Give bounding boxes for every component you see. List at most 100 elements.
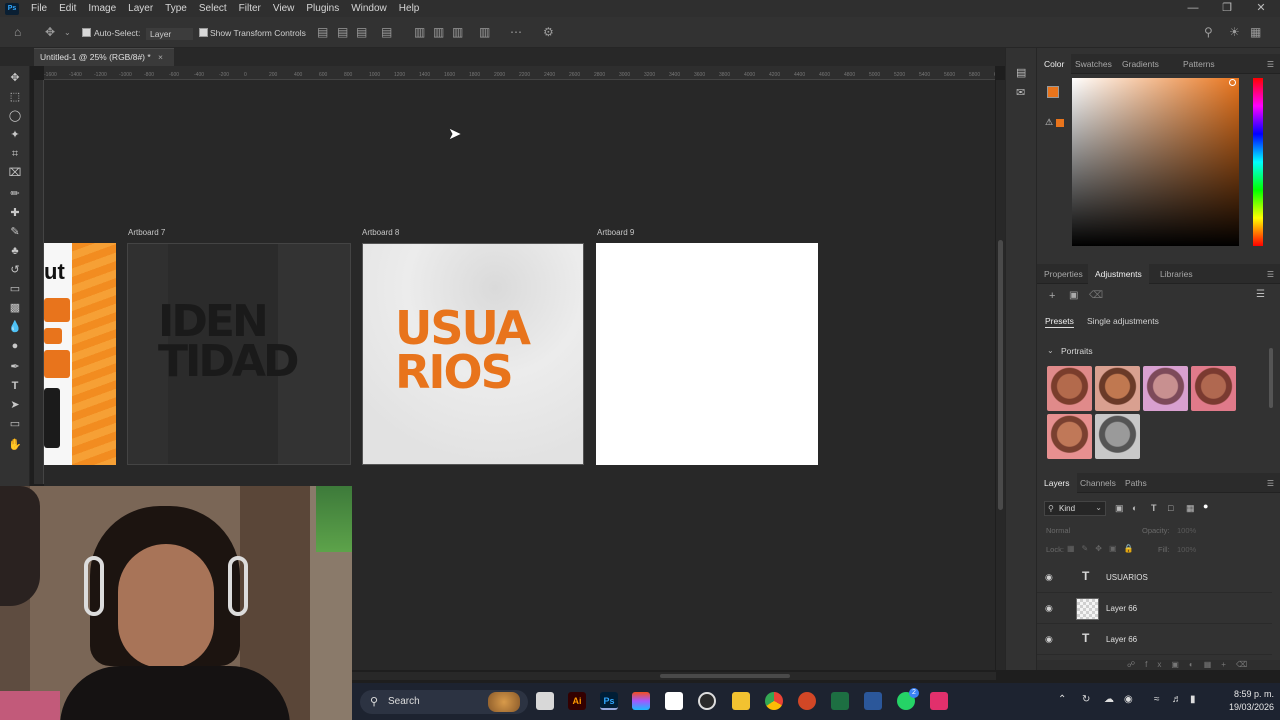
horizontal-scroll-thumb[interactable] xyxy=(660,674,790,678)
marquee-tool-icon[interactable]: ⬚ xyxy=(7,89,23,105)
excel-icon[interactable] xyxy=(831,692,849,710)
menu-filter[interactable]: Filter xyxy=(233,0,267,17)
hue-slider[interactable] xyxy=(1253,78,1263,246)
gamut-swatch[interactable] xyxy=(1056,119,1064,127)
auto-select-checkbox[interactable] xyxy=(82,28,91,37)
minimize-icon[interactable]: — xyxy=(1176,0,1210,17)
home-icon[interactable]: ⌂ xyxy=(14,25,21,39)
lightbulb-icon[interactable]: ☀ xyxy=(1229,25,1240,39)
layer-name[interactable]: Layer 66 xyxy=(1106,635,1137,644)
filter-adjustment-icon[interactable]: ◐ xyxy=(1132,503,1137,513)
distribute-icon[interactable]: ▤ xyxy=(381,25,392,39)
menu-select[interactable]: Select xyxy=(193,0,233,17)
align-right-icon[interactable]: ▤ xyxy=(356,25,367,39)
tab-libraries[interactable]: Libraries xyxy=(1153,264,1200,284)
more-options-icon[interactable]: ⋯ xyxy=(510,25,522,39)
artboard-8[interactable]: USUA RIOS xyxy=(362,243,584,465)
layer-name[interactable]: USUARIOS xyxy=(1106,573,1148,582)
add-icon[interactable]: + xyxy=(1049,290,1055,302)
taskbar-search[interactable]: ⚲ Search xyxy=(360,690,528,714)
powerpoint-icon[interactable] xyxy=(798,692,816,710)
volume-icon[interactable]: ♬ xyxy=(1172,694,1182,705)
photoshop-taskbar-icon[interactable]: Ps xyxy=(600,692,618,710)
menu-type[interactable]: Type xyxy=(159,0,193,17)
horizontal-scrollbar[interactable] xyxy=(352,672,996,680)
gradient-tool-icon[interactable]: ▩ xyxy=(7,300,23,316)
portrait-preset-5[interactable] xyxy=(1047,414,1092,459)
filter-toggle-icon[interactable]: ● xyxy=(1203,501,1208,511)
battery-icon[interactable]: ▮ xyxy=(1190,694,1196,705)
tab-layers[interactable]: Layers xyxy=(1037,473,1077,493)
portrait-preset-4[interactable] xyxy=(1191,366,1236,411)
list-view-icon[interactable]: ☰ xyxy=(1256,289,1265,300)
tab-patterns[interactable]: Patterns xyxy=(1176,54,1222,74)
figma-icon[interactable] xyxy=(632,692,650,710)
folder-icon[interactable]: ▣ xyxy=(1069,290,1078,301)
chrome-icon[interactable] xyxy=(765,692,783,710)
chevron-down-icon[interactable]: ⌄ xyxy=(1047,346,1054,355)
visibility-eye-icon[interactable]: ◉ xyxy=(1045,634,1053,645)
frame-tool-icon[interactable]: ⌧ xyxy=(7,165,23,181)
foreground-color-swatch[interactable] xyxy=(1047,86,1059,98)
healing-brush-tool-icon[interactable]: ✚ xyxy=(7,205,23,221)
menu-help[interactable]: Help xyxy=(393,0,426,17)
panel-menu-icon[interactable]: ☰ xyxy=(1267,270,1274,279)
panel-menu-icon[interactable]: ☰ xyxy=(1267,60,1274,69)
document-tab[interactable]: Untitled-1 @ 25% (RGB/8#) * × xyxy=(34,48,174,66)
blur-tool-icon[interactable]: 💧 xyxy=(7,319,23,335)
color-picker-handle[interactable] xyxy=(1229,79,1236,86)
close-icon[interactable]: ✕ xyxy=(1244,0,1278,17)
chevron-down-icon[interactable]: ⌄ xyxy=(64,28,71,37)
type-tool-icon[interactable]: T xyxy=(7,378,23,394)
tab-gradients[interactable]: Gradients xyxy=(1115,54,1166,74)
align-left-icon[interactable]: ▤ xyxy=(317,25,328,39)
eyedropper-tool-icon[interactable]: ✏ xyxy=(7,186,23,202)
portrait-preset-1[interactable] xyxy=(1047,366,1092,411)
artboard-7-label[interactable]: Artboard 7 xyxy=(128,228,165,237)
auto-select-dropdown[interactable]: Layer xyxy=(146,28,194,40)
blend-mode-dropdown[interactable]: Normal xyxy=(1046,526,1070,535)
search-icon[interactable]: ⚲ xyxy=(1204,25,1213,39)
wifi-icon[interactable]: ≈ xyxy=(1154,694,1160,705)
color-field[interactable] xyxy=(1072,78,1239,246)
move-tool-icon[interactable]: ✥ xyxy=(45,25,55,39)
trash-icon[interactable]: ⌫ xyxy=(1089,290,1103,301)
filter-image-icon[interactable]: ▣ xyxy=(1115,503,1124,514)
close-tab-icon[interactable]: × xyxy=(158,49,163,66)
distribute-vertical-icon[interactable]: ▥ xyxy=(479,25,490,39)
menu-edit[interactable]: Edit xyxy=(53,0,82,17)
portraits-group-label[interactable]: Portraits xyxy=(1061,346,1093,356)
sync-icon[interactable]: ↻ xyxy=(1082,694,1090,705)
magic-wand-tool-icon[interactable]: ✦ xyxy=(7,127,23,143)
layer-filter-dropdown[interactable]: ⚲ Kind ⌄ xyxy=(1044,501,1106,516)
comments-panel-icon[interactable]: ✉ xyxy=(1016,86,1025,99)
artboard-9-label[interactable]: Artboard 9 xyxy=(597,228,634,237)
move-tool-icon[interactable]: ✥ xyxy=(7,70,23,86)
menu-image[interactable]: Image xyxy=(82,0,122,17)
pen-tool-icon[interactable]: ✒ xyxy=(7,359,23,375)
menu-plugins[interactable]: Plugins xyxy=(300,0,345,17)
tab-properties[interactable]: Properties xyxy=(1037,264,1090,284)
menu-layer[interactable]: Layer xyxy=(122,0,159,17)
chatgpt-icon[interactable] xyxy=(698,692,716,710)
vertical-scroll-thumb[interactable] xyxy=(998,240,1003,510)
cloud-icon[interactable]: ☁ xyxy=(1104,694,1114,705)
eraser-tool-icon[interactable]: ▭ xyxy=(7,281,23,297)
layer-footer-icons[interactable]: ☍fx▣◐▦+⌫ xyxy=(1127,660,1257,669)
layer-row[interactable]: ◉ T USUARIOS xyxy=(1037,563,1272,593)
lock-icons[interactable]: ▦✎✥▣🔒 xyxy=(1067,544,1140,553)
align-middle-icon[interactable]: ▥ xyxy=(433,25,444,39)
maximize-icon[interactable]: ❐ xyxy=(1210,0,1244,17)
artboard-9[interactable] xyxy=(596,243,818,465)
word-icon[interactable] xyxy=(864,692,882,710)
menu-window[interactable]: Window xyxy=(345,0,393,17)
opacity-value[interactable]: 100% xyxy=(1177,526,1196,535)
subtab-single-adjustments[interactable]: Single adjustments xyxy=(1087,316,1159,326)
menu-file[interactable]: File xyxy=(25,0,53,17)
tab-channels[interactable]: Channels xyxy=(1073,473,1123,493)
illustrator-icon[interactable]: Ai xyxy=(568,692,586,710)
brush-tool-icon[interactable]: ✎ xyxy=(7,224,23,240)
filter-shape-icon[interactable]: □ xyxy=(1168,503,1173,513)
file-explorer-icon[interactable] xyxy=(732,692,750,710)
globe-icon[interactable]: ◉ xyxy=(1124,694,1133,705)
